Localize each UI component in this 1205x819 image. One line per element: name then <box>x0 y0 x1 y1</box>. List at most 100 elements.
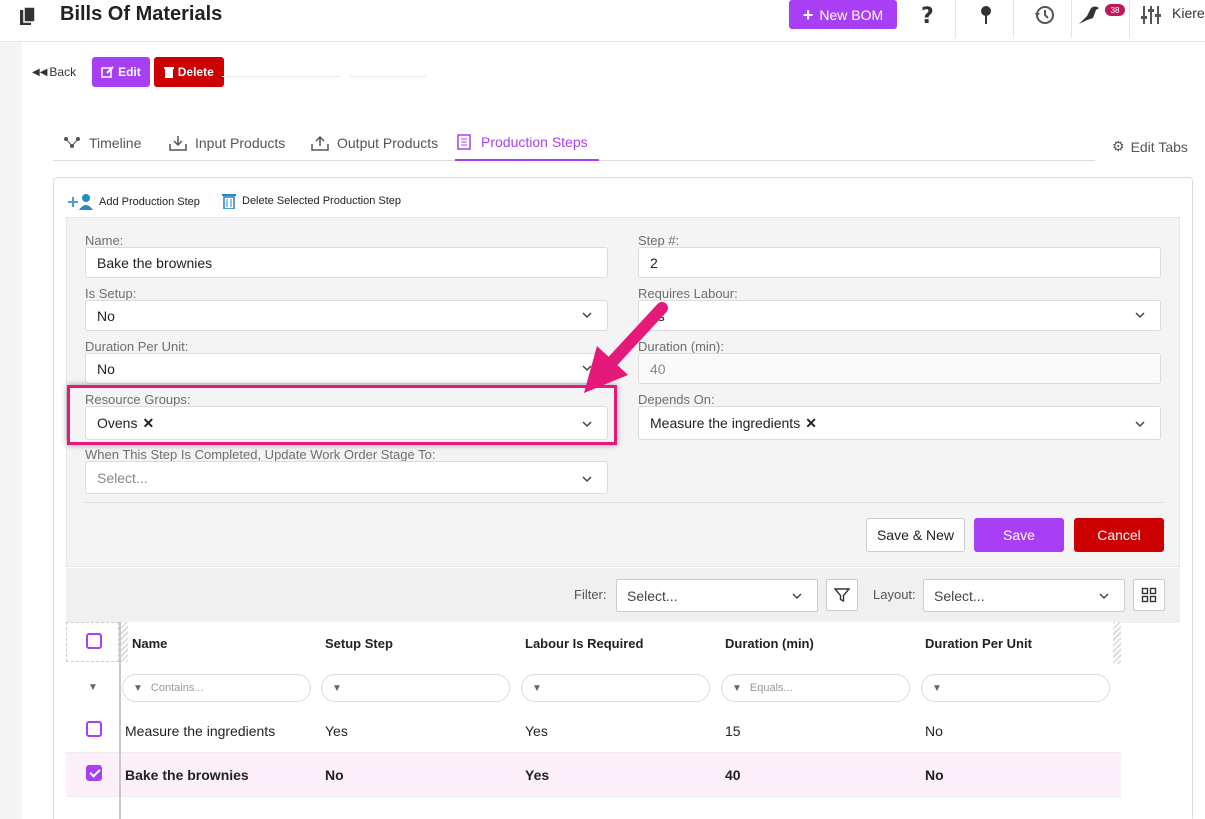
cell-name: Measure the ingredients <box>125 723 276 739</box>
chevron-down-icon <box>792 593 802 600</box>
delete-selected-step-button[interactable]: Delete Selected Production Step <box>222 193 401 209</box>
header-divider <box>1071 0 1072 38</box>
cell-per-unit: No <box>925 767 944 783</box>
resize-handle[interactable] <box>120 622 128 662</box>
tab-production-steps[interactable]: Production Steps <box>455 130 599 161</box>
requires-labour-value: es <box>650 307 665 324</box>
filter-duration[interactable]: ▼ Equals... <box>721 674 910 702</box>
requires-labour-select[interactable]: es <box>638 300 1161 331</box>
column-header-duration[interactable]: Duration (min) <box>725 636 814 651</box>
layout-settings-button[interactable] <box>1133 579 1165 611</box>
resource-group-tag: Ovens <box>97 415 138 431</box>
chevron-down-icon <box>582 365 592 372</box>
step-number-value: 2 <box>650 254 658 271</box>
column-header-name[interactable]: Name <box>132 636 167 651</box>
back-label: Back <box>49 65 77 79</box>
delete-button[interactable]: Delete <box>153 57 224 87</box>
duration-min-label: Duration (min): <box>638 339 724 354</box>
is-setup-label: Is Setup: <box>85 286 137 301</box>
funnel-icon: ▼ <box>732 682 742 694</box>
filter-per-unit[interactable]: ▼ <box>921 674 1110 702</box>
cell-labour: Yes <box>525 723 548 739</box>
tray-out-icon <box>311 135 329 151</box>
depends-on-select[interactable]: Measure the ingredients ✕ <box>638 406 1161 440</box>
filter-placeholder: Equals... <box>749 682 793 694</box>
column-header-setup-step[interactable]: Setup Step <box>325 636 393 651</box>
duration-min-field[interactable]: 40 <box>638 353 1161 384</box>
left-gutter <box>0 42 22 819</box>
work-order-stage-select[interactable]: Select... <box>85 461 608 494</box>
record-actions: ◀◀ Back Edit Delete <box>32 56 224 88</box>
grid-icon <box>1141 587 1157 603</box>
resize-handle[interactable] <box>1113 622 1121 664</box>
tab-input-products[interactable]: Input Products <box>169 130 285 161</box>
step-number-field[interactable]: 2 <box>638 247 1161 278</box>
user-name[interactable]: Kieren <box>1172 5 1205 21</box>
resource-groups-select[interactable]: Ovens ✕ <box>85 406 608 440</box>
chevron-down-icon <box>1099 593 1109 600</box>
plus-icon: + <box>802 4 814 25</box>
funnel-icon: ▼ <box>532 682 542 694</box>
filter-labour[interactable]: ▼ <box>521 674 710 702</box>
save-and-new-button[interactable]: Save & New <box>866 518 965 552</box>
sliders-icon[interactable] <box>1136 2 1166 28</box>
funnel-icon: ▼ <box>332 682 342 694</box>
divider <box>350 76 426 77</box>
list-icon <box>455 133 473 150</box>
edit-icon <box>101 66 114 78</box>
duration-per-unit-select[interactable]: No <box>85 353 608 384</box>
top-bar: Bills Of Materials + New BOM ? 38 Kieren <box>0 0 1205 42</box>
is-setup-select[interactable]: No <box>85 300 608 331</box>
pin-icon[interactable] <box>971 2 1001 28</box>
remove-tag-icon[interactable]: ✕ <box>142 415 154 432</box>
header-divider <box>955 0 956 38</box>
row-checkbox[interactable] <box>86 765 102 781</box>
column-divider <box>119 622 121 819</box>
bird-icon[interactable] <box>1075 2 1105 28</box>
duration-per-unit-value: No <box>97 360 115 377</box>
layout-select[interactable]: Select... <box>923 579 1125 612</box>
back-button[interactable]: ◀◀ Back <box>32 57 82 87</box>
tab-label: Input Products <box>195 134 286 151</box>
select-all-checkbox[interactable] <box>86 633 102 649</box>
cancel-button[interactable]: Cancel <box>1074 518 1164 552</box>
column-header-labour[interactable]: Labour Is Required <box>525 636 643 651</box>
cell-setup: No <box>325 767 344 783</box>
remove-tag-icon[interactable]: ✕ <box>805 415 817 432</box>
gear-icon: ⚙ <box>1112 138 1125 154</box>
name-field[interactable]: Bake the brownies <box>85 247 608 278</box>
rewind-icon: ◀◀ <box>32 66 48 78</box>
filter-setup[interactable]: ▼ <box>321 674 510 702</box>
header-divider <box>1013 0 1014 38</box>
edit-button[interactable]: Edit <box>92 57 150 87</box>
duration-min-value: 40 <box>650 360 666 377</box>
cell-duration: 15 <box>725 723 741 739</box>
new-bom-button[interactable]: + New BOM <box>789 0 897 29</box>
duration-per-unit-label: Duration Per Unit: <box>85 339 189 354</box>
history-icon[interactable] <box>1029 2 1059 28</box>
save-button[interactable]: Save <box>974 518 1064 552</box>
row-checkbox[interactable] <box>86 721 102 737</box>
filter-name[interactable]: ▼ Contains... <box>122 674 311 702</box>
chevron-down-icon <box>1135 312 1145 319</box>
header-divider <box>1129 0 1130 38</box>
chevron-down-icon <box>582 421 592 428</box>
tab-label: Production Steps <box>481 133 588 150</box>
filter-select[interactable]: Select... <box>616 579 818 612</box>
tab-output-products[interactable]: Output Products <box>311 130 438 161</box>
name-value: Bake the brownies <box>97 254 213 271</box>
column-header-duration-per-unit[interactable]: Duration Per Unit <box>925 636 1032 651</box>
delete-selected-step-label: Delete Selected Production Step <box>242 195 401 207</box>
notification-badge: 38 <box>1105 4 1125 16</box>
filter-label: Filter: <box>574 587 607 602</box>
filter-button[interactable] <box>826 579 858 611</box>
add-production-step-label: Add Production Step <box>99 196 200 208</box>
tab-timeline[interactable]: Timeline <box>63 130 141 161</box>
tray-in-icon <box>169 135 187 151</box>
help-icon[interactable]: ? <box>913 2 943 28</box>
divider <box>222 76 340 77</box>
edit-label: Edit <box>118 65 141 79</box>
document-stack-icon[interactable] <box>18 5 40 27</box>
add-production-step-button[interactable]: Add Production Step <box>67 193 200 211</box>
edit-tabs-button[interactable]: ⚙ Edit Tabs <box>1112 138 1188 155</box>
